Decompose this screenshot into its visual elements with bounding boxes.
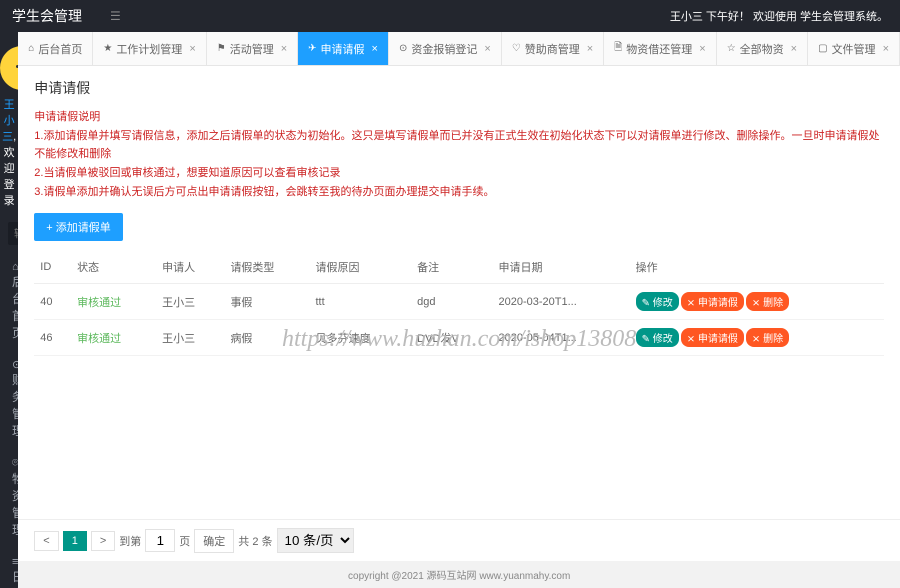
close-icon[interactable]: × <box>791 43 797 55</box>
user-box: 王小三, 欢迎登录 <box>0 32 18 216</box>
close-icon[interactable]: × <box>587 43 593 55</box>
col-header: 请假类型 <box>224 251 309 284</box>
page-title: 申请请假 <box>34 78 884 98</box>
tab[interactable]: ☆全部物资× <box>717 32 808 65</box>
tab[interactable]: ⚑活动管理× <box>207 32 298 65</box>
duck-icon <box>7 53 18 83</box>
col-header: ID <box>34 251 71 284</box>
apply-button[interactable]: ⨯ 申请请假 <box>681 292 744 311</box>
tab-icon: ✈ <box>308 43 316 54</box>
close-icon[interactable]: × <box>281 43 287 55</box>
tab-icon: ⌂ <box>28 43 34 54</box>
edit-button[interactable]: ✎ 修改 <box>636 292 679 311</box>
col-header: 备注 <box>411 251 492 284</box>
tab-icon: ☆ <box>727 43 736 54</box>
tab-icon: ♡ <box>512 43 521 54</box>
apply-button[interactable]: ⨯ 申请请假 <box>681 328 744 347</box>
add-leave-button[interactable]: + 添加请假单 <box>34 213 122 241</box>
page-input[interactable] <box>145 529 175 552</box>
col-header: 请假原因 <box>309 251 411 284</box>
tab[interactable]: ★工作计划管理× <box>93 32 206 65</box>
close-icon[interactable]: × <box>883 43 889 55</box>
tab-icon: ★ <box>103 43 112 54</box>
close-icon[interactable]: × <box>484 43 490 55</box>
col-header: 申请日期 <box>493 251 630 284</box>
tab[interactable]: ⌂后台首页 <box>18 32 93 65</box>
footer: copyright @2021 源码互站网 www.yuanmahy.com <box>18 561 900 588</box>
col-header: 状态 <box>71 251 156 284</box>
app-title: 学生会管理 <box>12 6 82 26</box>
tab-icon: ⊙ <box>399 43 407 54</box>
tab[interactable]: 🗎物资借还管理× <box>604 32 716 65</box>
notice-title: 申请请假说明 <box>34 108 884 127</box>
tab[interactable]: ♡赞助商管理× <box>502 32 604 65</box>
sidebar-item[interactable]: ⌂后台首页 <box>0 251 18 349</box>
page-next[interactable]: > <box>91 531 115 551</box>
table-row: 40审核通过王小三事假tttdgd2020-03-20T1...✎ 修改⨯ 申请… <box>34 284 884 320</box>
col-header: 操作 <box>630 251 884 284</box>
avatar <box>0 46 18 90</box>
tab-icon: ▢ <box>818 43 827 54</box>
page-size-select[interactable]: 10 条/页 <box>277 528 354 553</box>
sidebar: 王小三, 欢迎登录 ⌕ ⌂后台首页⊙财务管理▾⌾物资管理▾≡日常事务管理▾✈申请… <box>0 32 18 588</box>
tab[interactable]: ⊙资金报销登记× <box>389 32 502 65</box>
edit-button[interactable]: ✎ 修改 <box>636 328 679 347</box>
tab[interactable]: ✈申请请假× <box>298 32 389 65</box>
sidebar-item[interactable]: ⊙财务管理▾ <box>0 349 18 447</box>
page-current[interactable]: 1 <box>63 531 87 551</box>
notice-line: 2.当请假单被驳回或审核通过，想要知道原因可以查看审核记录 <box>34 164 884 183</box>
header-greeting: 王小三 下午好！ 欢迎使用 学生会管理系统。 <box>670 8 888 24</box>
page-confirm[interactable]: 确定 <box>194 529 234 553</box>
menu-toggle-icon[interactable]: ☰ <box>110 9 121 23</box>
notice-line: 1.添加请假单并填写请假信息，添加之后请假单的状态为初始化。这只是填写请假单而已… <box>34 127 884 164</box>
close-icon[interactable]: × <box>372 43 378 55</box>
close-icon[interactable]: × <box>189 43 195 55</box>
tab-bar: ⌂后台首页★工作计划管理×⚑活动管理×✈申请请假×⊙资金报销登记×♡赞助商管理×… <box>18 32 900 66</box>
sidebar-item[interactable]: ⌾物资管理▾ <box>0 447 18 546</box>
content: 申请请假 申请请假说明 1.添加请假单并填写请假信息，添加之后请假单的状态为初始… <box>18 66 900 519</box>
delete-button[interactable]: ⨯ 删除 <box>746 292 789 311</box>
top-header: 学生会管理 ☰ 王小三 下午好！ 欢迎使用 学生会管理系统。 <box>0 0 900 32</box>
username: 王小三, 欢迎登录 <box>0 96 18 208</box>
table-row: 46审核通过王小三病假贝多芬速度DVD发V2020-05-04T1...✎ 修改… <box>34 320 884 356</box>
sidebar-item[interactable]: ≡日常事务管理▾ <box>0 546 18 588</box>
close-icon[interactable]: × <box>699 43 705 55</box>
page-prev[interactable]: < <box>34 531 58 551</box>
tab[interactable]: ▢文件管理× <box>808 32 900 65</box>
notice-line: 3.请假单添加并确认无误后方可点出申请请假按钮，会跳转至我的待办页面办理提交申请… <box>34 183 884 202</box>
tab-icon: ⚑ <box>217 43 226 54</box>
notice-box: 申请请假说明 1.添加请假单并填写请假信息，添加之后请假单的状态为初始化。这只是… <box>34 108 884 201</box>
main-area: ⌂后台首页★工作计划管理×⚑活动管理×✈申请请假×⊙资金报销登记×♡赞助商管理×… <box>18 32 900 588</box>
col-header: 申请人 <box>156 251 224 284</box>
delete-button[interactable]: ⨯ 删除 <box>746 328 789 347</box>
pagination: < 1 > 到第 页 确定 共 2 条 10 条/页 <box>18 519 900 561</box>
tab-icon: 🗎 <box>614 40 622 57</box>
sidebar-search[interactable]: ⌕ <box>8 222 18 245</box>
leave-table: ID状态申请人请假类型请假原因备注申请日期操作 40审核通过王小三事假tttdg… <box>34 251 884 356</box>
